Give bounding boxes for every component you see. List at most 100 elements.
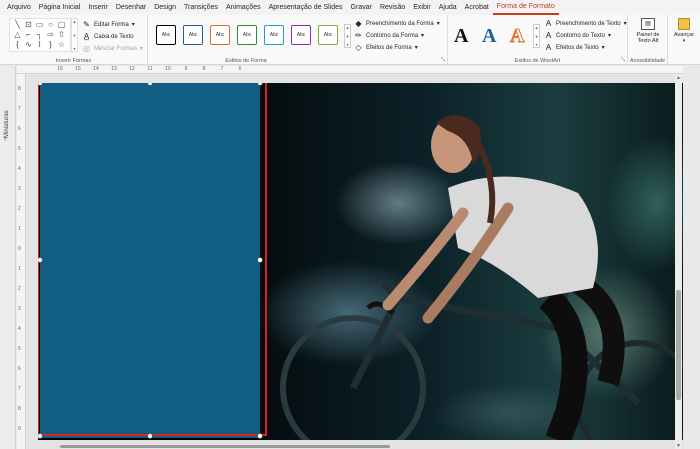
dialog-launcher-icon[interactable]: ⤡ <box>441 57 445 63</box>
thumbnail-pane[interactable]: › Miniaturas <box>0 66 16 449</box>
ruler-tick-label: 5 <box>18 146 21 152</box>
dialog-launcher-icon[interactable]: ⤡ <box>621 57 625 63</box>
brace-shape-icon[interactable]: { <box>12 40 23 50</box>
resize-handle-left[interactable] <box>38 257 43 263</box>
arrow-up-shape-icon[interactable]: ⇧ <box>56 30 67 40</box>
elbow-connector-shape-icon[interactable]: ┐ <box>34 30 45 40</box>
alt-text-pane-button[interactable]: ▤ Painel de Texto Alt <box>632 18 664 44</box>
menu-tab[interactable]: Apresentação de Slides <box>265 0 347 15</box>
shape-fill-button[interactable]: ◆ Preenchimento da Forma ▾ <box>354 18 439 29</box>
shape-style-preset[interactable]: Abc <box>264 25 284 45</box>
menu-tab[interactable]: Transições <box>180 0 222 15</box>
line-shape-icon[interactable]: ╲ <box>12 20 23 30</box>
freeform-shape-icon[interactable]: ⌇ <box>34 40 45 50</box>
more-icon[interactable]: ▾ <box>73 46 75 51</box>
menu-tab[interactable]: Inserir <box>84 0 111 15</box>
resize-handle-top-left[interactable] <box>38 83 43 86</box>
horizontal-scrollbar[interactable] <box>60 444 700 449</box>
menu-tab[interactable]: Exibir <box>409 0 435 15</box>
rounded-rectangle-shape-icon[interactable]: ▢ <box>56 20 67 30</box>
vertical-ruler: 8 7 6 5 4 3 2 1 0 1 2 3 4 5 6 7 8 9 <box>17 74 26 449</box>
ruler-tick-label: 3 <box>18 186 21 192</box>
vertical-scroll-thumb[interactable] <box>676 290 681 400</box>
menu-tab[interactable]: Página Inicial <box>35 0 85 15</box>
arrow-right-shape-icon[interactable]: ⇨ <box>45 30 56 40</box>
shape-styles-gallery-scroll[interactable]: ▲ ▼ ▾ <box>344 24 351 48</box>
triangle-shape-icon[interactable]: △ <box>12 30 23 40</box>
bracket-shape-icon[interactable]: } <box>45 40 56 50</box>
text-fill-button[interactable]: A Preenchimento de Texto ▾ <box>544 18 627 29</box>
wordart-style-orange-outline[interactable]: A <box>509 25 524 48</box>
resize-handle-bottom-left[interactable] <box>38 433 43 439</box>
slide-editing-area[interactable]: ▲ ▼ <box>27 75 683 449</box>
vertical-scrollbar[interactable]: ▲ ▼ <box>675 75 682 449</box>
shape-styles-group: Abc Abc Abc Abc Abc Abc Abc ▲ ▼ ▾ ◆ Preenchime… <box>148 15 448 65</box>
shape-style-preset[interactable]: Abc <box>183 25 203 45</box>
resize-handle-top[interactable] <box>147 83 153 86</box>
ruler-tick-label: 1 <box>18 226 21 232</box>
more-icon[interactable]: ▾ <box>535 42 537 47</box>
shape-style-preset[interactable]: Abc <box>237 25 257 45</box>
scroll-up-icon[interactable]: ▲ <box>675 75 682 81</box>
menu-tab[interactable]: Revisão <box>376 0 409 15</box>
more-icon[interactable]: ▾ <box>346 42 348 47</box>
chevron-up-icon[interactable]: ▲ <box>346 25 350 30</box>
paint-bucket-icon: ◆ <box>355 19 362 28</box>
thumbnail-pane-label: Miniaturas <box>4 110 10 138</box>
chevron-down-icon[interactable]: ▼ <box>73 33 77 38</box>
oval-shape-icon[interactable]: ○ <box>45 20 56 30</box>
ruler-tick-label: 4 <box>18 166 21 172</box>
connector-shape-icon[interactable]: ⌐ <box>23 30 34 40</box>
menu-tab[interactable]: Gravar <box>347 0 376 15</box>
ruler-tick-label: 7 <box>220 66 224 72</box>
shape-style-preset[interactable]: Abc <box>318 25 338 45</box>
wordart-style-blue[interactable]: A <box>482 25 496 47</box>
chevron-down-icon[interactable]: ▼ <box>535 34 539 39</box>
ruler-tick-label: 2 <box>18 206 21 212</box>
text-box-shape-icon[interactable]: ⊡ <box>23 20 34 30</box>
chevron-up-icon[interactable]: ▲ <box>535 25 539 30</box>
shape-effects-button[interactable]: ◇ Efeitos de Forma ▾ <box>354 42 418 53</box>
text-fill-icon: A <box>545 19 552 28</box>
shape-style-preset[interactable]: Abc <box>291 25 311 45</box>
menu-tab[interactable]: Ajuda <box>435 0 461 15</box>
shapes-gallery-scroll[interactable]: ▲ ▼ ▾ <box>71 18 78 52</box>
menu-tab[interactable]: Arquivo <box>3 0 35 15</box>
horizontal-scroll-thumb[interactable] <box>60 445 390 448</box>
resize-handle-right[interactable] <box>257 257 263 263</box>
shape-styles-label: Estilos de Forma <box>225 58 267 64</box>
menu-tab[interactable]: Animações <box>222 0 265 15</box>
merge-shapes-icon: ◎ <box>83 44 90 53</box>
chevron-up-icon[interactable]: ▲ <box>73 19 77 24</box>
dropdown-arrow-icon: ▾ <box>414 45 418 51</box>
chevron-down-icon[interactable]: ▼ <box>346 34 350 39</box>
dropdown-arrow-icon: ▾ <box>601 45 605 51</box>
shape-style-preset[interactable]: Abc <box>156 25 176 45</box>
text-outline-button[interactable]: A Contorno do Texto ▾ <box>544 30 611 41</box>
text-box-button[interactable]: A̲ Caixa de Texto <box>82 31 134 42</box>
text-effects-button[interactable]: A Efeitos de Texto ▾ <box>544 42 605 53</box>
edit-shape-button[interactable]: ✎ Editar Forma ▾ <box>82 19 135 30</box>
wordart-gallery-scroll[interactable]: ▲ ▼ ▾ <box>533 24 540 48</box>
star-shape-icon[interactable]: ☆ <box>56 40 67 50</box>
shape-style-preset[interactable]: Abc <box>210 25 230 45</box>
rectangle-shape-icon[interactable]: ▭ <box>34 20 45 30</box>
shapes-gallery[interactable]: ╲ ⊡ ▭ ○ ▢ △ ⌐ ┐ ⇨ ⇧ { ∿ ⌇ } ☆ <box>9 18 71 52</box>
menu-tab[interactable]: Design <box>150 0 180 15</box>
dropdown-arrow-icon: ▾ <box>623 21 627 27</box>
menu-tab[interactable]: Acrobat <box>461 0 493 15</box>
menu-tab[interactable]: Forma de Formato <box>492 0 559 15</box>
shape-outline-button[interactable]: ✏ Contorno da Forma ▾ <box>354 30 424 41</box>
curve-shape-icon[interactable]: ∿ <box>23 40 34 50</box>
menu-tab[interactable]: Desenhar <box>112 0 150 15</box>
resize-handle-top-right[interactable] <box>257 83 263 86</box>
bring-forward-button[interactable]: Avançar ▾ <box>670 18 698 44</box>
dropdown-arrow-icon: ▾ <box>607 33 611 39</box>
merge-shapes-button[interactable]: ◎ Mesclar Formas ▾ <box>82 43 143 54</box>
wordart-style-black[interactable]: A <box>454 25 468 47</box>
blue-rectangle-shape[interactable] <box>40 83 260 438</box>
slide[interactable] <box>38 83 683 440</box>
dropdown-arrow-icon: ▾ <box>131 22 135 28</box>
resize-handle-bottom[interactable] <box>147 433 153 439</box>
resize-handle-bottom-right[interactable] <box>257 433 263 439</box>
